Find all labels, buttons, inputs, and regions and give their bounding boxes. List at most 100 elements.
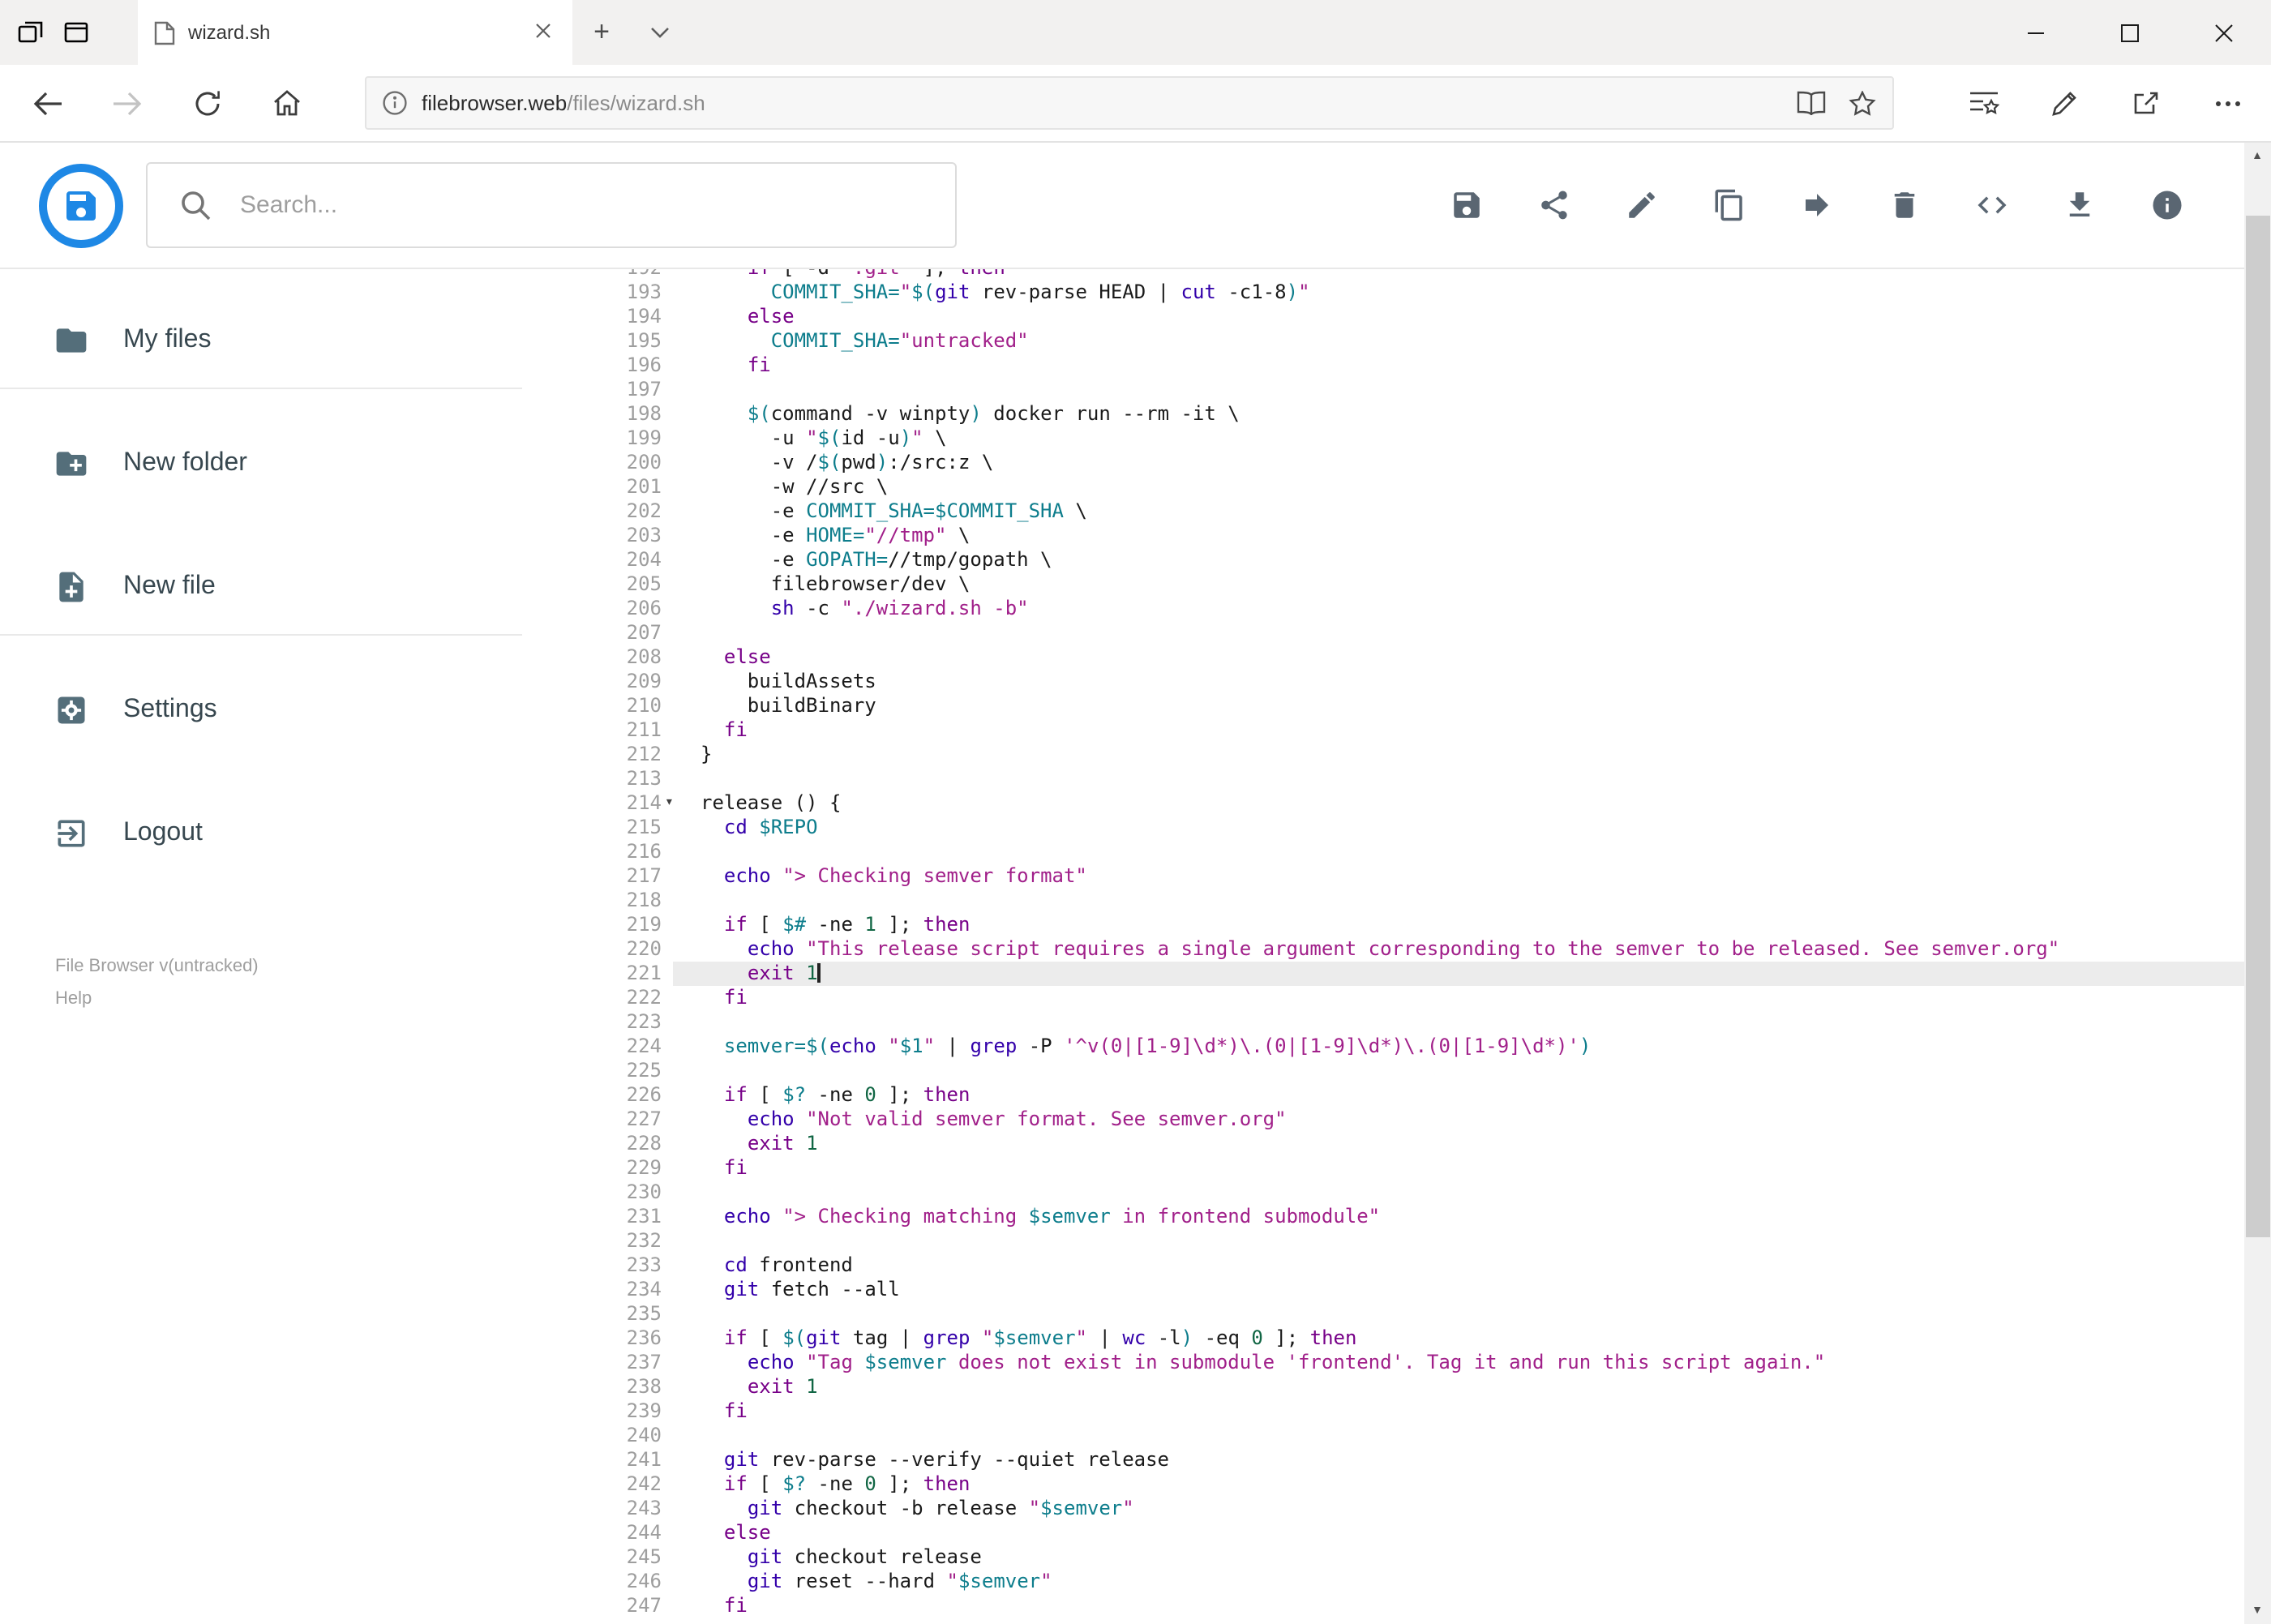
code-line[interactable]: 217 echo "> Checking semver format": [522, 864, 2243, 889]
sidebar-item-settings[interactable]: Settings: [0, 675, 522, 746]
code-line[interactable]: 207: [522, 621, 2243, 645]
code-line[interactable]: 239 fi: [522, 1399, 2243, 1424]
code-line[interactable]: 232: [522, 1229, 2243, 1253]
download-button[interactable]: [2036, 161, 2123, 249]
code-line[interactable]: 219 if [ $# -ne 1 ]; then: [522, 913, 2243, 937]
code-line[interactable]: 192 if [ -d ".git" ]; then: [522, 269, 2243, 281]
code-line[interactable]: 247 fi: [522, 1594, 2243, 1618]
code-line[interactable]: 238 exit 1: [522, 1375, 2243, 1399]
code-line[interactable]: 230: [522, 1181, 2243, 1205]
code-line[interactable]: 235: [522, 1302, 2243, 1326]
reading-view-button[interactable]: [1797, 91, 1826, 115]
delete-button[interactable]: [1861, 161, 1948, 249]
search-box[interactable]: [146, 162, 957, 248]
hub-button[interactable]: [1943, 65, 2025, 141]
scroll-up-arrow[interactable]: ▲: [2243, 143, 2271, 170]
code-line[interactable]: 199 -u "$(id -u)" \: [522, 426, 2243, 451]
code-line[interactable]: 198 $(command -v winpty) docker run --rm…: [522, 402, 2243, 426]
home-button[interactable]: [246, 65, 326, 141]
code-line[interactable]: 193 COMMIT_SHA="$(git rev-parse HEAD | c…: [522, 281, 2243, 305]
code-line[interactable]: 194 else: [522, 305, 2243, 329]
code-line[interactable]: 197: [522, 378, 2243, 402]
raw-code-button[interactable]: [1948, 161, 2036, 249]
code-line[interactable]: 212}: [522, 743, 2243, 767]
code-line[interactable]: 202 -e COMMIT_SHA=$COMMIT_SHA \: [522, 499, 2243, 524]
scroll-down-arrow[interactable]: ▼: [2243, 1596, 2271, 1624]
code-line[interactable]: 220 echo "This release script requires a…: [522, 937, 2243, 962]
code-line[interactable]: 200 -v /$(pwd):/src:z \: [522, 451, 2243, 475]
code-line[interactable]: 226 if [ $? -ne 0 ]; then: [522, 1083, 2243, 1108]
rename-button[interactable]: [1598, 161, 1686, 249]
code-line[interactable]: 227 echo "Not valid semver format. See s…: [522, 1108, 2243, 1132]
code-line[interactable]: 228 exit 1: [522, 1132, 2243, 1156]
code-line[interactable]: 204 -e GOPATH=//tmp/gopath \: [522, 548, 2243, 572]
code-line[interactable]: 229 fi: [522, 1156, 2243, 1181]
code-line[interactable]: 234 git fetch --all: [522, 1278, 2243, 1302]
page-scrollbar[interactable]: ▲ ▼: [2243, 143, 2271, 1624]
tab-close-button[interactable]: [530, 21, 556, 44]
copy-button[interactable]: [1686, 161, 1773, 249]
web-notes-button[interactable]: [2025, 65, 2106, 141]
code-line[interactable]: 225: [522, 1059, 2243, 1083]
tabs-preview-button[interactable]: [62, 18, 91, 47]
code-line[interactable]: 246 git reset --hard "$semver": [522, 1570, 2243, 1594]
info-button[interactable]: [2123, 161, 2211, 249]
sidebar-item-my-files[interactable]: My files: [0, 305, 522, 376]
code-line[interactable]: 195 COMMIT_SHA="untracked": [522, 329, 2243, 354]
code-line[interactable]: 240: [522, 1424, 2243, 1448]
code-line[interactable]: 231 echo "> Checking matching $semver in…: [522, 1205, 2243, 1229]
share-button[interactable]: [2106, 65, 2187, 141]
code-line[interactable]: 209 buildAssets: [522, 670, 2243, 694]
code-line[interactable]: 215 cd $REPO: [522, 816, 2243, 840]
code-line[interactable]: 214 ▾ release () {: [522, 791, 2243, 816]
close-button[interactable]: [2177, 0, 2271, 65]
code-line[interactable]: 245 git checkout release: [522, 1545, 2243, 1570]
code-line[interactable]: 221 exit 1: [522, 962, 2243, 986]
code-line[interactable]: 205 filebrowser/dev \: [522, 572, 2243, 597]
code-line[interactable]: 242 if [ $? -ne 0 ]; then: [522, 1472, 2243, 1497]
code-line[interactable]: 211 fi: [522, 718, 2243, 743]
address-bar[interactable]: filebrowser.web/files/wizard.sh: [365, 76, 1894, 130]
save-button[interactable]: [1423, 161, 1510, 249]
code-line[interactable]: 243 git checkout -b release "$semver": [522, 1497, 2243, 1521]
set-tabs-aside-button[interactable]: [16, 18, 45, 47]
browser-tab[interactable]: wizard.sh: [138, 0, 572, 65]
sidebar-item-new-file[interactable]: New file: [0, 551, 522, 623]
move-button[interactable]: [1773, 161, 1861, 249]
code-line[interactable]: 210 buildBinary: [522, 694, 2243, 718]
code-line[interactable]: 208 else: [522, 645, 2243, 670]
forward-button[interactable]: [88, 65, 167, 141]
code-line[interactable]: 196 fi: [522, 354, 2243, 378]
new-tab-button[interactable]: +: [572, 0, 631, 65]
code-line[interactable]: 236 if [ $(git tag | grep "$semver" | wc…: [522, 1326, 2243, 1351]
code-line[interactable]: 237 echo "Tag $semver does not exist in …: [522, 1351, 2243, 1375]
code-line[interactable]: 218: [522, 889, 2243, 913]
back-button[interactable]: [8, 65, 88, 141]
code-line[interactable]: 203 -e HOME="//tmp" \: [522, 524, 2243, 548]
site-info-icon[interactable]: [383, 91, 407, 115]
code-line[interactable]: 213: [522, 767, 2243, 791]
sidebar-item-new-folder[interactable]: New folder: [0, 428, 522, 499]
fold-marker-icon[interactable]: ▾: [665, 791, 674, 816]
code-line[interactable]: 206 sh -c "./wizard.sh -b": [522, 597, 2243, 621]
more-button[interactable]: [2187, 65, 2268, 141]
code-line[interactable]: 222 fi: [522, 986, 2243, 1010]
search-input[interactable]: [237, 190, 892, 221]
refresh-button[interactable]: [167, 65, 246, 141]
code-line[interactable]: 216: [522, 840, 2243, 864]
scrollbar-thumb[interactable]: [2245, 216, 2269, 1237]
code-editor[interactable]: 192 if [ -d ".git" ]; then193 COMMIT_SHA…: [522, 269, 2243, 1624]
maximize-button[interactable]: [2083, 0, 2177, 65]
share-file-button[interactable]: [1510, 161, 1598, 249]
tab-list-chevron-button[interactable]: [631, 0, 689, 65]
code-line[interactable]: 223: [522, 1010, 2243, 1035]
sidebar-item-logout[interactable]: Logout: [0, 798, 522, 869]
code-line[interactable]: 233 cd frontend: [522, 1253, 2243, 1278]
minimize-button[interactable]: [1989, 0, 2083, 65]
help-link[interactable]: Help: [55, 989, 92, 1009]
code-line[interactable]: 244 else: [522, 1521, 2243, 1545]
code-line[interactable]: 201 -w //src \: [522, 475, 2243, 499]
code-line[interactable]: 241 git rev-parse --verify --quiet relea…: [522, 1448, 2243, 1472]
code-line[interactable]: 224 semver=$(echo "$1" | grep -P '^v(0|[…: [522, 1035, 2243, 1059]
favorite-star-button[interactable]: [1849, 90, 1876, 116]
